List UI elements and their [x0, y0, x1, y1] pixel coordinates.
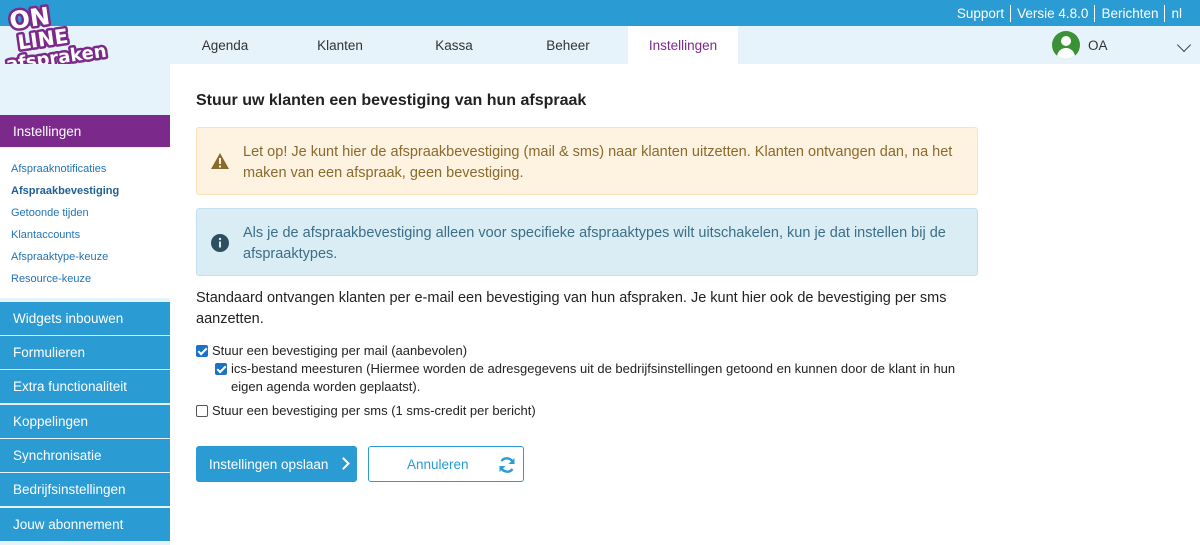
info-icon	[211, 234, 229, 252]
nav-item-klanten[interactable]: Klanten	[290, 26, 390, 64]
user-avatar-icon	[1052, 31, 1080, 59]
nav-item-beheer[interactable]: Beheer	[520, 26, 616, 64]
chevron-right-icon	[337, 457, 350, 470]
sidebar-subitem-klantaccounts[interactable]: Klantaccounts	[0, 227, 170, 249]
support-link[interactable]: Support	[951, 6, 1010, 21]
intro-text: Standaard ontvangen klanten per e-mail e…	[196, 290, 947, 327]
nav-item-instellingen[interactable]: Instellingen	[628, 26, 738, 64]
ics-option-label: ics-bestand meesturen (Hiermee worden de…	[231, 361, 956, 394]
sms-option-label: Stuur een bevestiging per sms (1 sms-cre…	[212, 403, 536, 418]
cancel-button[interactable]: Annuleren	[368, 446, 524, 482]
user-menu[interactable]: OA	[1052, 31, 1108, 59]
cancel-button-label: Annuleren	[407, 456, 469, 472]
save-button-label: Instellingen opslaan	[209, 456, 329, 472]
sidebar-item-synchronisatie[interactable]: Synchronisatie	[0, 439, 170, 472]
sidebar-item-koppelingen[interactable]: Koppelingen	[0, 405, 170, 438]
nav-item-kassa[interactable]: Kassa	[410, 26, 498, 64]
ics-option[interactable]: ics-bestand meesturen (Hiermee worden de…	[215, 360, 975, 396]
sidebar-submenu: Afspraaknotificaties Afspraakbevestiging…	[0, 148, 170, 298]
info-text: Als je de afspraakbevestiging alleen voo…	[243, 225, 946, 262]
sidebar-subitem-afspraakbevestiging[interactable]: Afspraakbevestiging	[0, 183, 170, 205]
nav-item-agenda[interactable]: Agenda	[180, 26, 270, 64]
language-selector[interactable]: nl	[1165, 6, 1188, 21]
warning-text: Let op! Je kunt hier de afspraakbevestig…	[243, 144, 953, 181]
sidebar-item-formulieren[interactable]: Formulieren	[0, 336, 170, 369]
warning-icon	[211, 153, 229, 169]
sidebar-subitem-resource-keuze[interactable]: Resource-keuze	[0, 271, 170, 293]
sidebar-subitem-getoonde-tijden[interactable]: Getoonde tijden	[0, 205, 170, 227]
mail-checkbox[interactable]	[196, 345, 208, 357]
save-button[interactable]: Instellingen opslaan	[196, 446, 357, 482]
top-links: Support Versie 4.8.0 Berichten nl	[951, 0, 1188, 26]
info-alert: Als je de afspraakbevestiging alleen voo…	[196, 208, 978, 276]
mail-option-label: Stuur een bevestiging per mail (aanbevol…	[212, 343, 468, 358]
messages-link[interactable]: Berichten	[1095, 6, 1164, 21]
sidebar-section-instellingen[interactable]: Instellingen	[0, 115, 170, 147]
sidebar-subitem-afspraaktype-keuze[interactable]: Afspraaktype-keuze	[0, 249, 170, 271]
user-initials: OA	[1088, 37, 1108, 53]
sidebar-item-widgets[interactable]: Widgets inbouwen	[0, 302, 170, 335]
sms-option[interactable]: Stuur een bevestiging per sms (1 sms-cre…	[196, 402, 956, 420]
sidebar-item-abonnement[interactable]: Jouw abonnement	[0, 508, 170, 541]
version-label: Versie 4.8.0	[1017, 5, 1089, 21]
warning-alert: Let op! Je kunt hier de afspraakbevestig…	[196, 127, 978, 195]
sms-checkbox[interactable]	[196, 405, 208, 417]
sidebar-item-extra-functionaliteit[interactable]: Extra functionaliteit	[0, 370, 170, 403]
sidebar-item-bedrijfsinstellingen[interactable]: Bedrijfsinstellingen	[0, 473, 170, 506]
sidebar-subitem-afspraaknotificaties[interactable]: Afspraaknotificaties	[0, 161, 170, 183]
page-title: Stuur uw klanten een bevestiging van hun…	[196, 92, 587, 109]
ics-checkbox[interactable]	[215, 363, 227, 375]
refresh-icon	[499, 457, 515, 473]
mail-option[interactable]: Stuur een bevestiging per mail (aanbevol…	[196, 342, 956, 360]
